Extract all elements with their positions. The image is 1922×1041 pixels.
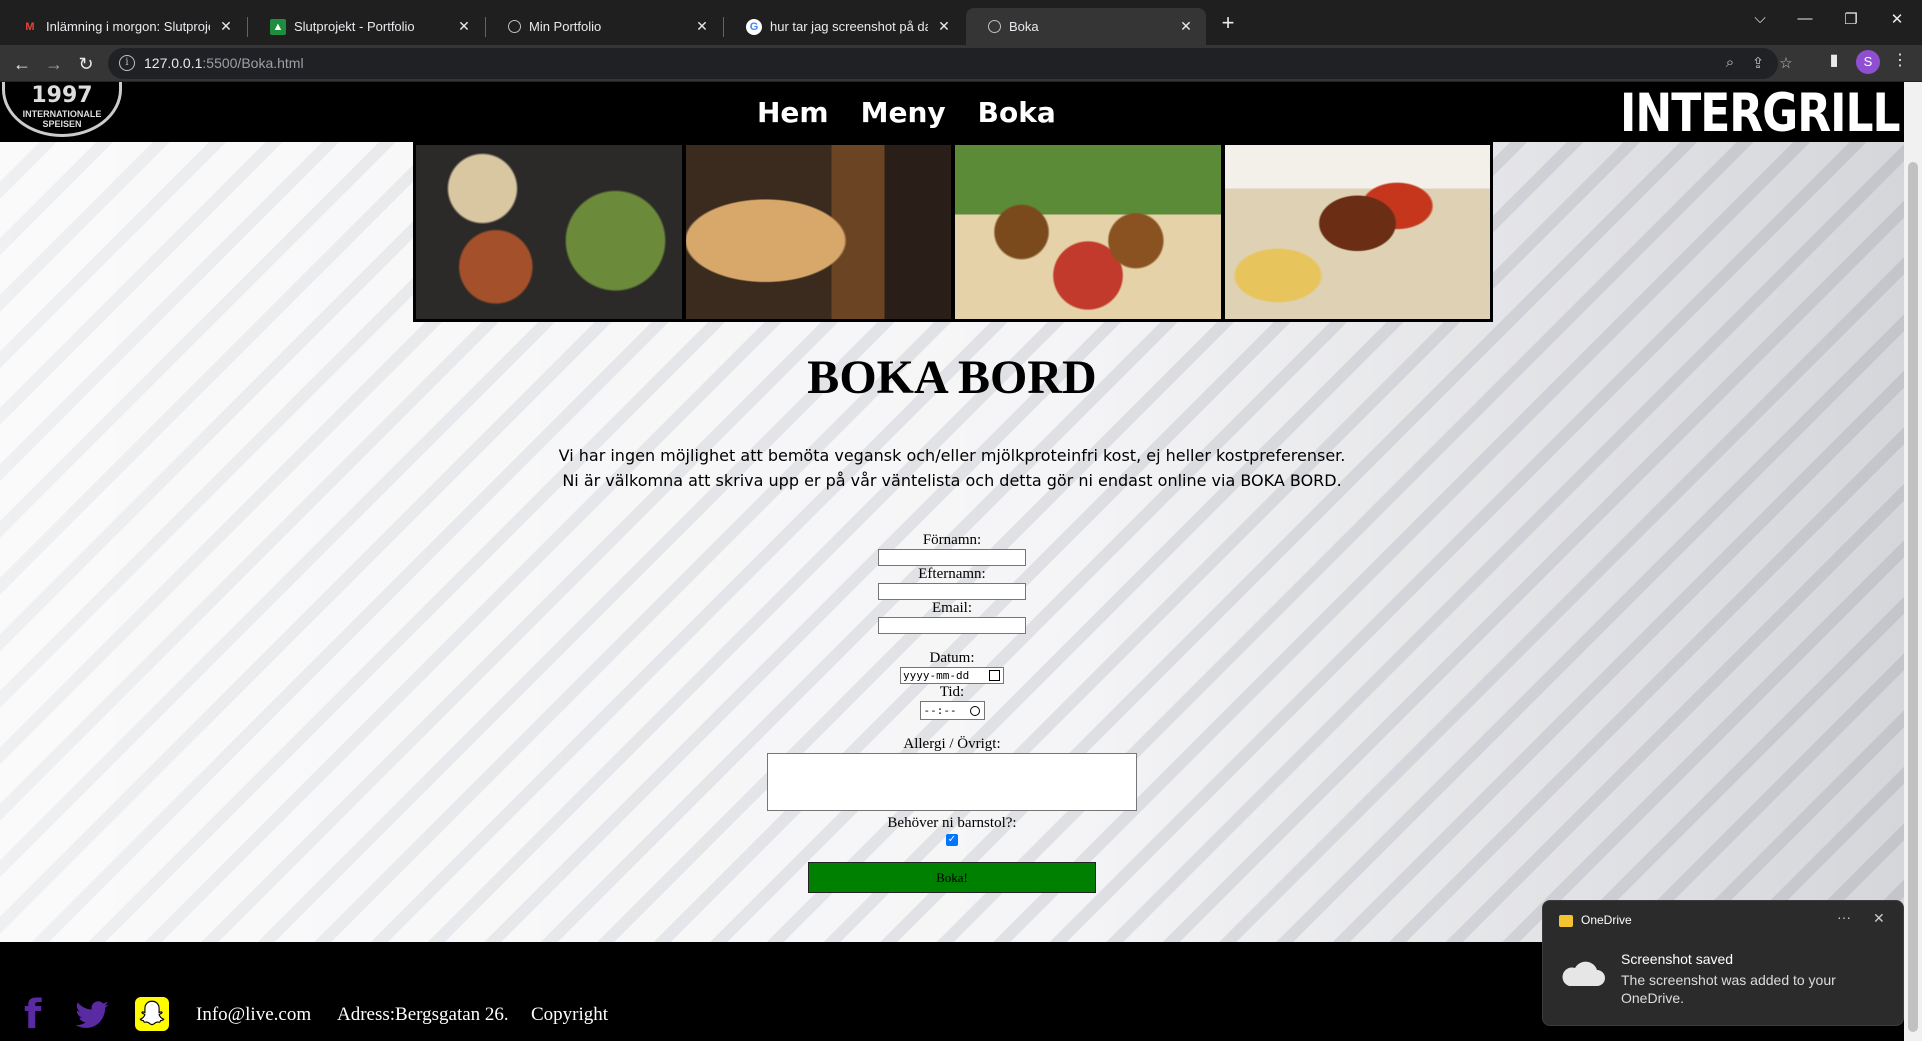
menu-kebab-icon[interactable]: ⋮ [1888, 50, 1912, 70]
time-placeholder: --:-- [923, 704, 957, 717]
notification-body: The screenshot was added to your OneDriv… [1621, 972, 1836, 1006]
food-image-kebab-plate [1224, 145, 1490, 319]
globe-icon [988, 20, 1001, 33]
tab-title: hur tar jag screenshot på datorn [770, 19, 928, 34]
food-image-kebab [685, 145, 951, 319]
footer-address: Adress:Bergsgatan 26. [337, 1004, 509, 1025]
highchair-label: Behöver ni barnstol?: [887, 815, 1017, 831]
calendar-icon[interactable] [989, 670, 1000, 681]
tab-title: Inlämning i morgon: Slutprojekt [46, 19, 210, 34]
classroom-icon: ▲ [270, 18, 286, 35]
close-icon[interactable]: ✕ [456, 18, 472, 35]
clock-icon[interactable] [969, 706, 980, 716]
food-image-wraps-salad [416, 145, 682, 319]
submit-booking-button[interactable]: Boka! [808, 862, 1096, 893]
notification-app-name: OneDrive [1581, 913, 1632, 927]
google-icon: G [746, 18, 762, 35]
twitter-icon[interactable] [74, 997, 110, 1033]
food-image-falafel [955, 145, 1221, 319]
allergy-textarea[interactable] [767, 753, 1137, 811]
first-name-field[interactable] [878, 549, 1026, 566]
onedrive-app-icon [1559, 915, 1573, 927]
forward-button[interactable]: → [40, 50, 68, 78]
site-header: 1997 INTERNATIONALE SPEISEN Hem Meny Bok… [0, 82, 1904, 145]
tab-title: Min Portfolio [529, 19, 602, 34]
time-field[interactable]: --:-- [919, 701, 985, 720]
site-info-icon[interactable]: i [119, 55, 135, 71]
email-label: Email: [932, 600, 972, 616]
reload-button[interactable]: ↻ [72, 50, 100, 78]
note-line-2: Ni är välkomna att skriva upp er på vår … [562, 471, 1342, 490]
back-button[interactable]: ← [8, 50, 36, 78]
browser-toolbar: ← → ↻ i 127.0.0.1:5500/Boka.html ⌕ ⇪ ☆ [0, 45, 1922, 82]
notification-title: Screenshot saved [1621, 951, 1734, 967]
side-panel-icon[interactable]: ▮ [1822, 50, 1846, 70]
booking-form: Förnamn: Efternamn: Email: Datum: yyyy-m… [0, 532, 1904, 893]
food-banner [413, 142, 1493, 322]
tab-google-search[interactable]: G hur tar jag screenshot på datorn ✕ [724, 8, 964, 45]
profile-avatar[interactable]: S [1856, 50, 1880, 74]
facebook-icon[interactable]: f [24, 995, 60, 1035]
date-placeholder: yyyy-mm-dd [903, 669, 970, 682]
tab-boka[interactable]: Boka ✕ [966, 8, 1206, 45]
bookmark-star-icon[interactable]: ☆ [1776, 54, 1796, 72]
cloud-icon [1562, 961, 1605, 986]
nav-link-hem[interactable]: Hem [757, 96, 829, 129]
close-icon[interactable]: ✕ [694, 18, 710, 35]
close-icon[interactable]: ✕ [1178, 18, 1194, 35]
gmail-icon: M [25, 20, 35, 33]
footer-email[interactable]: Info@live.com [196, 1004, 311, 1026]
highchair-checkbox[interactable]: ✓ [946, 834, 958, 846]
nav-link-meny[interactable]: Meny [861, 96, 946, 129]
globe-icon [508, 20, 521, 33]
tab-portfolio[interactable]: Min Portfolio ✕ [486, 8, 722, 45]
tab-gmail[interactable]: M Inlämning i morgon: Slutprojekt ✕ [0, 8, 246, 45]
date-label: Datum: [929, 650, 975, 666]
scrollbar-thumb[interactable] [1908, 162, 1918, 1032]
email-field[interactable] [878, 617, 1026, 634]
close-icon[interactable]: ✕ [1873, 910, 1885, 927]
first-name-label: Förnamn: [922, 532, 982, 548]
info-note: Vi har ingen möjlighet att bemöta vegans… [0, 443, 1904, 493]
tab-search-chevron-icon[interactable]: ⌵ [1745, 10, 1775, 27]
grill-logo[interactable]: 1997 INTERNATIONALE SPEISEN [2, 82, 122, 137]
last-name-label: Efternamn: [918, 566, 986, 582]
minimize-button[interactable]: — [1790, 10, 1820, 27]
page-title: BOKA BORD [807, 351, 1097, 404]
share-icon[interactable]: ⇪ [1748, 54, 1768, 72]
url-text: 127.0.0.1:5500/Boka.html [144, 55, 304, 71]
nav-link-boka[interactable]: Boka [978, 96, 1056, 129]
page-viewport: 1997 INTERNATIONALE SPEISEN Hem Meny Bok… [0, 82, 1904, 1041]
last-name-field[interactable] [878, 583, 1026, 600]
tab-title: Boka [1009, 19, 1039, 34]
logo-year: 1997 [31, 83, 93, 108]
restore-button[interactable]: ❐ [1836, 10, 1866, 28]
brand-logo-text: INTERGRILL [1620, 82, 1901, 145]
main-content: BOKA BORD Vi har ingen möjlighet att bem… [0, 142, 1904, 942]
tab-title: Slutprojekt - Portfolio [294, 19, 415, 34]
window-close-button[interactable]: ✕ [1882, 10, 1912, 28]
allergy-label: Allergi / Övrigt: [903, 736, 1001, 752]
tab-strip: M Inlämning i morgon: Slutprojekt ✕ ▲ Sl… [0, 0, 1922, 45]
close-icon[interactable]: ✕ [936, 18, 952, 35]
date-field[interactable]: yyyy-mm-dd [900, 667, 1004, 684]
page-scrollbar[interactable] [1904, 82, 1922, 1041]
logo-subtitle: INTERNATIONALE SPEISEN [22, 109, 102, 129]
note-line-1: Vi har ingen möjlighet att bemöta vegans… [558, 446, 1346, 465]
more-options-icon[interactable]: ··· [1837, 909, 1851, 925]
close-icon[interactable]: ✕ [218, 18, 234, 35]
zoom-icon[interactable]: ⌕ [1720, 54, 1740, 71]
time-label: Tid: [939, 684, 965, 700]
main-nav: Hem Meny Boka [757, 82, 1056, 142]
new-tab-button[interactable]: + [1215, 11, 1241, 37]
address-bar[interactable]: i 127.0.0.1:5500/Boka.html ⌕ ⇪ ☆ [108, 48, 1793, 79]
footer-copyright: Copyright [531, 1004, 609, 1025]
onedrive-notification[interactable]: OneDrive ··· ✕ Screenshot saved The scre… [1542, 900, 1904, 1026]
tab-slutprojekt[interactable]: ▲ Slutprojekt - Portfolio ✕ [248, 8, 484, 45]
snapchat-icon[interactable] [135, 997, 169, 1031]
